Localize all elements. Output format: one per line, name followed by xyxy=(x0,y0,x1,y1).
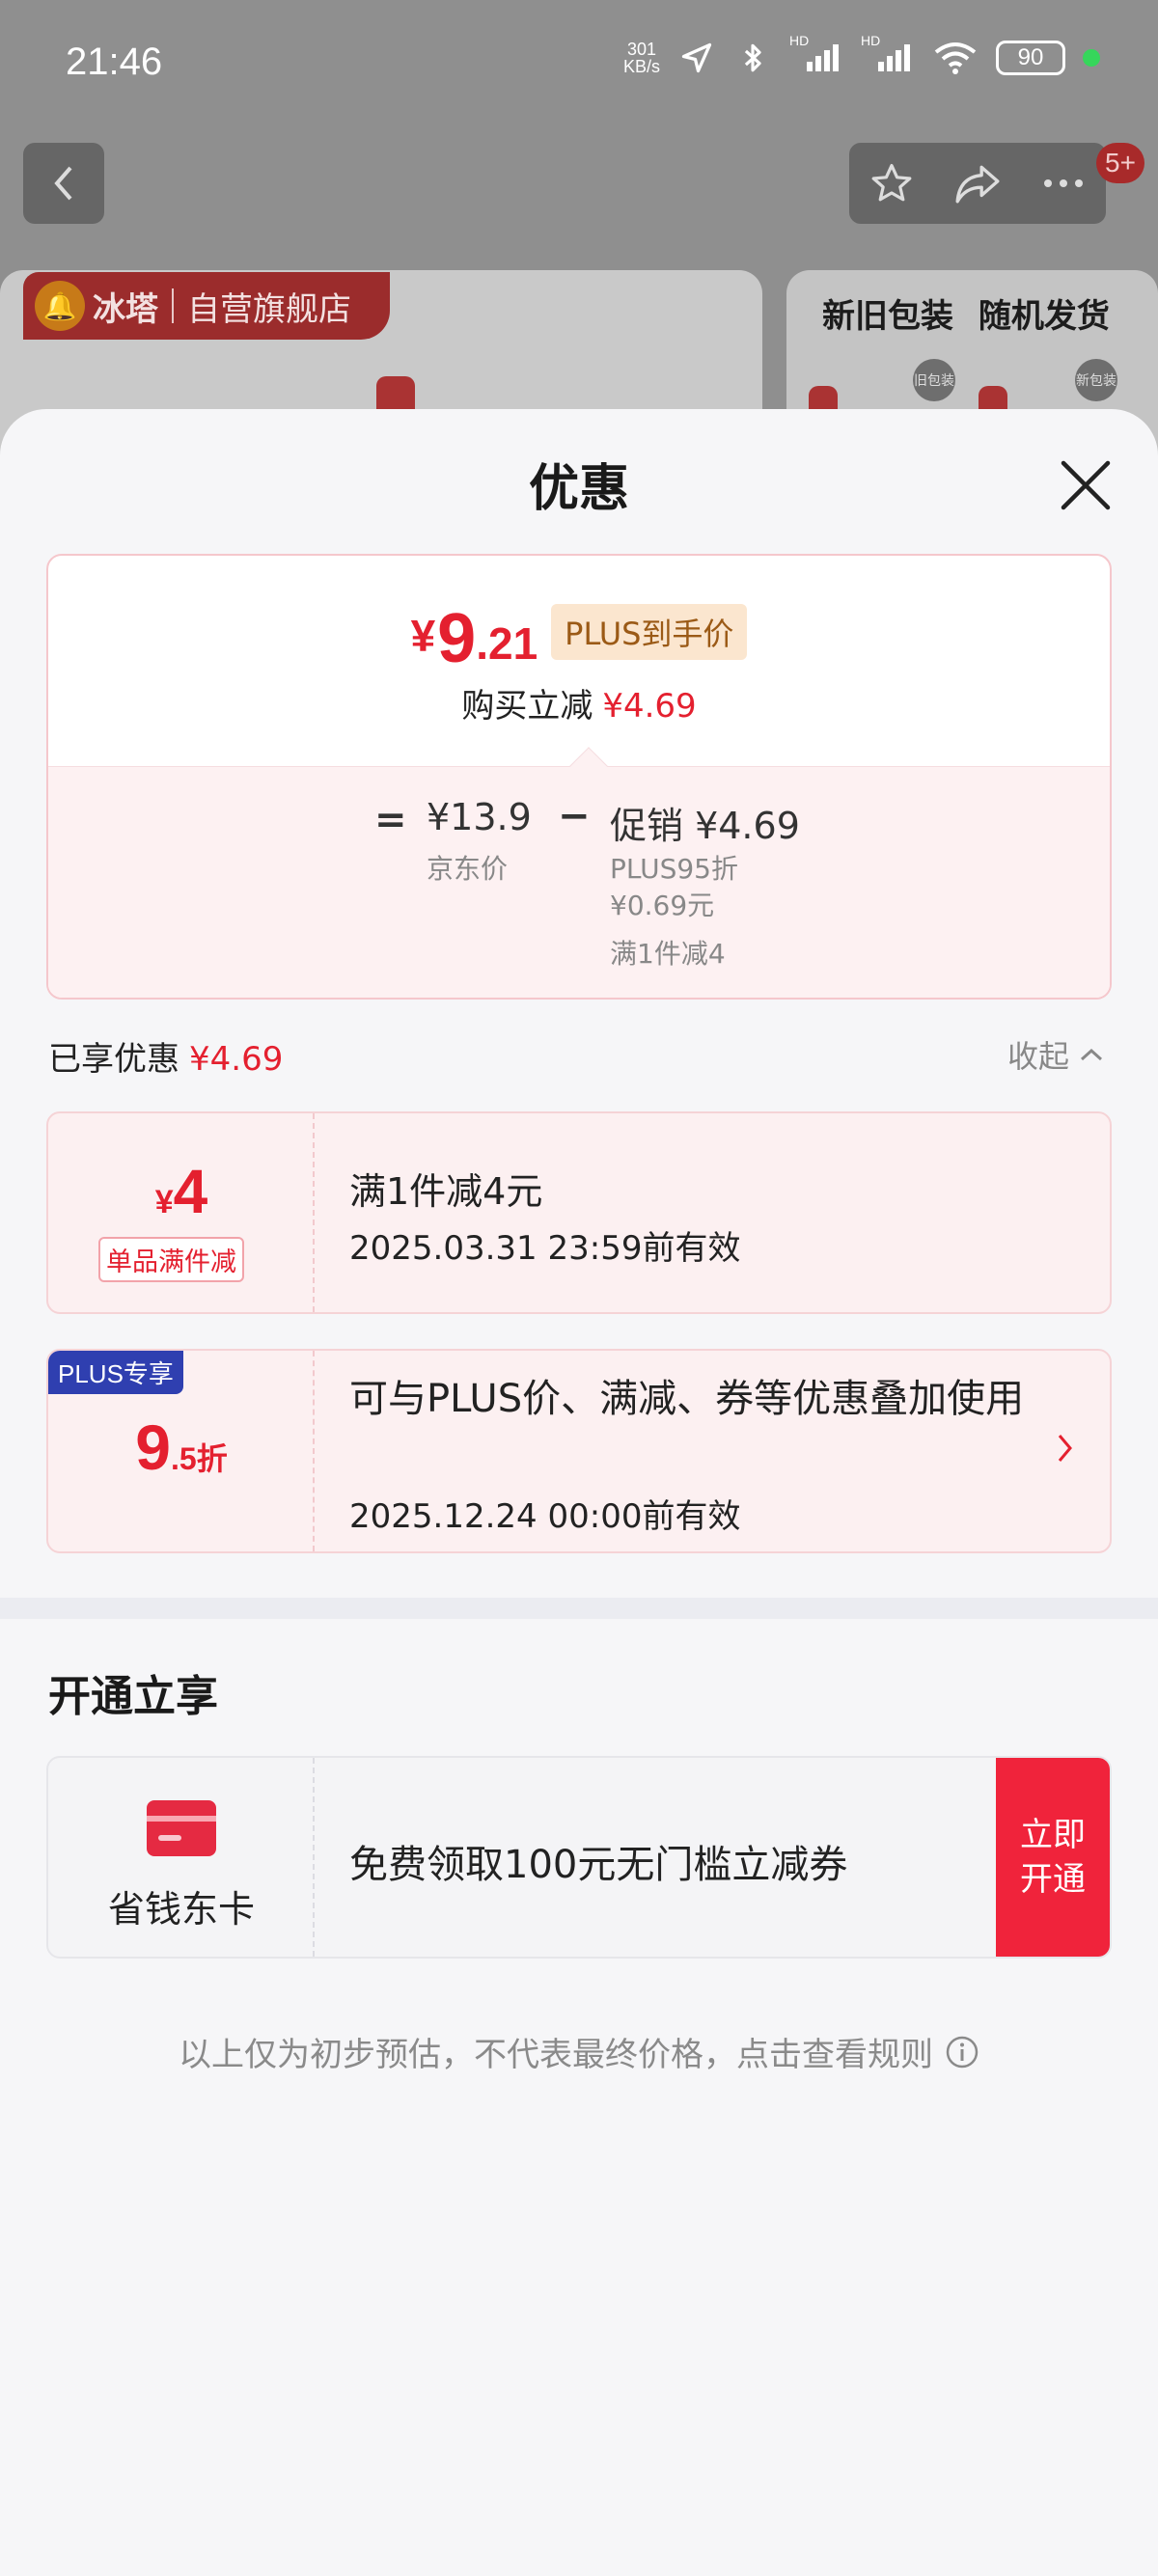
open-now-button[interactable]: 立即 开通 xyxy=(996,1758,1110,1957)
battery-icon: 90 xyxy=(996,41,1065,75)
promo-detail: 满1件减4 xyxy=(610,938,726,970)
enjoyed-value: ¥4.69 xyxy=(189,1040,284,1079)
chevron-right-icon xyxy=(1058,1435,1072,1462)
status-bar: 21:46 301 KB/s HD HD 90 xyxy=(0,0,1158,135)
signal-icon-2: HD xyxy=(861,33,915,77)
open-section-title: 开通立享 xyxy=(48,1672,218,1721)
discount-sheet: 优惠 ¥ 9 .21 PLUS到手价 购买立减 ¥4.69 = ¥13.9 京东价… xyxy=(0,409,1158,2576)
card-name: 省钱东卡 xyxy=(107,1888,255,1931)
privacy-indicator-icon xyxy=(1083,49,1100,67)
final-price-area: ¥ 9 .21 PLUS到手价 购买立减 ¥4.69 xyxy=(48,556,1110,766)
disclaimer-link[interactable]: 以上仅为初步预估，不代表最终价格，点击查看规则 xyxy=(0,2028,1158,2075)
final-price-decimal: .21 xyxy=(476,618,538,669)
close-icon xyxy=(1061,460,1111,510)
store-label: 自营旗舰店 xyxy=(187,289,351,329)
promo-detail: PLUS95折 xyxy=(610,853,738,885)
favorite-button[interactable] xyxy=(863,154,921,212)
card-offer-description: 免费领取100元无门槛立减券 xyxy=(349,1843,848,1887)
minus-sign: − xyxy=(558,794,591,838)
bell-logo-icon: 🔔 xyxy=(35,281,85,331)
coupon-value-area: ¥4 单品满件减 xyxy=(48,1113,315,1312)
reduction-value: ¥4.69 xyxy=(602,687,697,726)
plus-price-tag: PLUS到手价 xyxy=(551,604,748,660)
coupon-type-tag: 单品满件减 xyxy=(98,1237,244,1282)
coupon-expiry: 2025.03.31 23:59前有效 xyxy=(349,1229,741,1268)
final-price-integer: 9 xyxy=(437,600,477,677)
share-icon xyxy=(955,165,1000,204)
promo-detail: ¥0.69元 xyxy=(610,890,715,921)
coupon-expiry: 2025.12.24 00:00前有效 xyxy=(349,1497,741,1536)
store-brand-name: 冰塔 xyxy=(93,289,158,329)
info-icon xyxy=(946,2036,979,2068)
packaging-label: 新旧包装 随机发货 xyxy=(822,297,1110,336)
more-button[interactable] xyxy=(1034,154,1092,212)
credit-card-icon xyxy=(147,1800,216,1856)
star-icon xyxy=(871,164,912,202)
plus-exclusive-badge: PLUS专享 xyxy=(48,1351,183,1394)
coupon-card[interactable]: ¥4 单品满件减 满1件减4元 2025.03.31 23:59前有效 xyxy=(46,1111,1112,1314)
coupon-value: ¥4 xyxy=(154,1157,208,1226)
coupon-value: 9.5折 xyxy=(135,1411,228,1483)
jd-price-label: 京东价 xyxy=(427,853,509,885)
instant-reduction: 购买立减 ¥4.69 xyxy=(461,687,697,726)
coupon-title: 满1件减4元 xyxy=(349,1170,543,1213)
chevron-up-icon xyxy=(1081,1048,1103,1061)
price-breakdown-card: ¥ 9 .21 PLUS到手价 购买立减 ¥4.69 = ¥13.9 京东价 − … xyxy=(46,554,1112,1000)
jd-price: ¥13.9 xyxy=(427,796,532,838)
savings-card-offer: 省钱东卡 免费领取100元无门槛立减券 立即 开通 xyxy=(46,1756,1112,1959)
card-info-area: 省钱东卡 xyxy=(48,1758,315,1957)
currency-symbol: ¥ xyxy=(410,611,436,661)
sheet-title: 优惠 xyxy=(528,460,629,518)
chevron-left-icon xyxy=(54,166,72,201)
nav-action-group xyxy=(849,143,1106,224)
new-package-tag: 新包装 xyxy=(1075,359,1117,401)
equals-sign: = xyxy=(374,798,407,842)
coupon-title: 可与PLUS价、满减、券等优惠叠加使用 xyxy=(349,1377,1025,1421)
final-price-row: ¥ 9 .21 PLUS到手价 xyxy=(48,604,1110,673)
close-button[interactable] xyxy=(1056,455,1116,515)
signal-icon: HD xyxy=(789,33,843,77)
wifi-icon xyxy=(932,39,979,77)
old-package-tag: 旧包装 xyxy=(913,359,955,401)
section-divider xyxy=(0,1598,1158,1619)
more-dots-icon xyxy=(1043,179,1083,187)
status-time: 21:46 xyxy=(66,41,163,83)
back-button[interactable] xyxy=(23,143,104,224)
notification-badge: 5+ xyxy=(1096,143,1144,183)
collapse-toggle[interactable]: 收起 xyxy=(1007,1032,1104,1077)
divider xyxy=(172,288,174,323)
status-icons: 301 KB/s HD HD 90 xyxy=(622,33,1100,77)
location-arrow-icon xyxy=(677,39,716,77)
network-speed: 301 KB/s xyxy=(622,40,660,76)
promo-price: 促销 ¥4.69 xyxy=(610,805,800,847)
price-formula: = ¥13.9 京东价 − 促销 ¥4.69 PLUS95折 ¥0.69元 满1… xyxy=(48,766,1110,998)
enjoyed-discount: 已享优惠 ¥4.69 xyxy=(48,1040,284,1079)
share-button[interactable] xyxy=(949,154,1006,212)
bluetooth-icon xyxy=(733,39,772,77)
plus-discount-card[interactable]: 9.5折 PLUS专享 可与PLUS价、满减、券等优惠叠加使用 2025.12.… xyxy=(46,1349,1112,1553)
store-banner: 🔔 冰塔 自营旗舰店 xyxy=(23,272,390,340)
